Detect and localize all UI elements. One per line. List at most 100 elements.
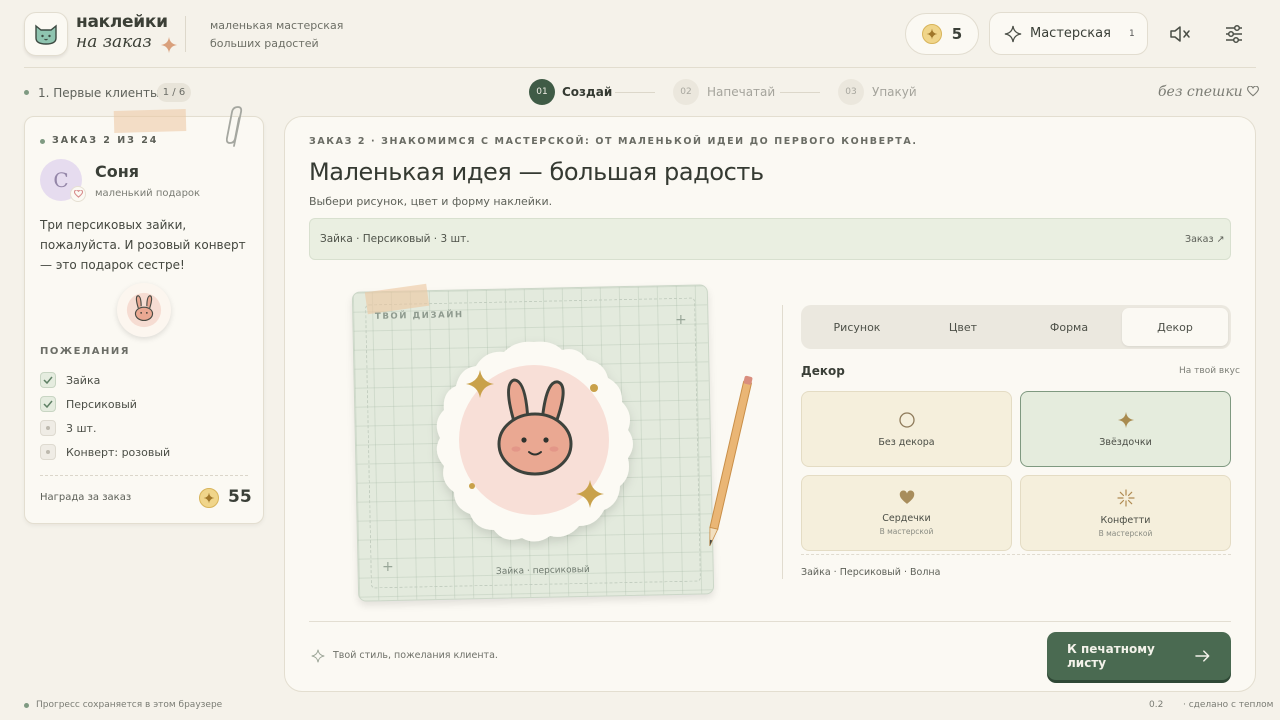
made-with-label: · сделано с теплом bbox=[1183, 700, 1274, 710]
level-label: 1. Первые клиенты bbox=[38, 86, 160, 100]
checkbox-checked bbox=[40, 372, 56, 388]
tab-drawing[interactable]: Рисунок bbox=[804, 308, 910, 346]
client-name: Соня bbox=[95, 162, 140, 181]
decor-option-label: Без декора bbox=[878, 436, 935, 448]
circle-outline-icon bbox=[898, 411, 915, 428]
tab-decor[interactable]: Декор bbox=[1122, 308, 1228, 346]
canvas-label: ТВОЙ ДИЗАЙН bbox=[374, 310, 464, 322]
cat-icon bbox=[35, 24, 57, 45]
wish-label: Персиковый bbox=[66, 397, 137, 411]
workshop-label: Мастерская bbox=[1030, 26, 1111, 41]
footer-divider bbox=[309, 621, 1231, 622]
decor-option-label: Конфетти bbox=[1100, 514, 1151, 526]
workshop-badge: 1 bbox=[1128, 28, 1135, 39]
step-3-number[interactable]: 03 bbox=[838, 79, 864, 105]
heart-icon bbox=[70, 186, 86, 202]
wish-label: Конверт: розовый bbox=[66, 445, 171, 459]
workshop-button[interactable]: Мастерская 1 bbox=[989, 12, 1148, 55]
step-connector bbox=[780, 92, 820, 93]
pace-label: без спешки bbox=[1158, 84, 1243, 100]
paperclip-icon bbox=[226, 106, 243, 147]
canvas-caption: Зайка · персиковый bbox=[495, 565, 590, 577]
brand-tagline: маленькая мастерская больших радостей bbox=[210, 19, 344, 50]
sticker-preview[interactable] bbox=[424, 336, 644, 550]
coin-icon bbox=[921, 24, 942, 44]
save-status-text: Прогресс сохраняется в этом браузере bbox=[36, 700, 223, 710]
reward-label: Награда за заказ bbox=[40, 492, 132, 503]
card-divider bbox=[40, 475, 248, 476]
order-summary-text: Зайка · Персиковый · 3 шт. bbox=[320, 233, 470, 245]
checkbox-unchecked bbox=[40, 420, 56, 436]
wish-item: Персиковый bbox=[40, 396, 137, 412]
dot-icon bbox=[46, 426, 50, 430]
sparkle-icon bbox=[1117, 411, 1134, 428]
decor-hint: На твой вкус bbox=[1179, 366, 1240, 376]
sparkle-icon bbox=[311, 649, 325, 663]
order-dot bbox=[40, 139, 45, 144]
tab-color[interactable]: Цвет bbox=[910, 308, 1016, 346]
step-2-label[interactable]: Напечатай bbox=[707, 85, 775, 99]
decor-option-label: Сердечки bbox=[882, 513, 931, 524]
speaker-muted-icon[interactable] bbox=[1168, 24, 1192, 44]
decor-option-stars[interactable]: Звёздочки bbox=[1020, 391, 1231, 467]
editor-tabs: Рисунок Цвет Форма Декор bbox=[801, 305, 1231, 349]
brand-title: наклейки bbox=[76, 12, 168, 32]
step-1-number[interactable]: 01 bbox=[529, 79, 555, 105]
pace-toggle[interactable]: без спешки bbox=[1158, 84, 1260, 100]
decor-section-title: Декор bbox=[801, 364, 845, 378]
wish-item: Зайка bbox=[40, 372, 100, 388]
order-link[interactable]: Заказ ↗ bbox=[1185, 234, 1225, 245]
client-subtitle: маленький подарок bbox=[95, 188, 201, 199]
step-2-number[interactable]: 02 bbox=[673, 79, 699, 105]
decor-option-hearts[interactable]: Сердечки В мастерской bbox=[801, 475, 1012, 551]
step-3-label[interactable]: Упакуй bbox=[872, 85, 917, 99]
decor-option-sub: В мастерской bbox=[879, 527, 934, 536]
footer-hint: Твой стиль, пожелания клиента. bbox=[333, 650, 498, 661]
bunny-icon bbox=[126, 292, 162, 328]
version-label: 0.2 bbox=[1149, 700, 1164, 710]
page-title: Маленькая идея — большая радость bbox=[309, 158, 764, 186]
checkbox-checked bbox=[40, 396, 56, 412]
step-1-label[interactable]: Создай bbox=[562, 85, 612, 99]
wishes-title: ПОЖЕЛАНИЯ bbox=[40, 346, 130, 357]
order-number: ЗАКАЗ 2 ИЗ 24 bbox=[52, 135, 159, 146]
header-divider bbox=[185, 16, 186, 52]
save-status-dot bbox=[24, 703, 29, 708]
decor-option-sub: В мастерской bbox=[1098, 528, 1153, 538]
page-subtitle: Выбери рисунок, цвет и форму наклейки. bbox=[309, 195, 553, 208]
checkbox-unchecked bbox=[40, 444, 56, 460]
tab-shape[interactable]: Форма bbox=[1016, 308, 1122, 346]
check-icon bbox=[43, 376, 53, 384]
app-logo[interactable] bbox=[24, 12, 68, 56]
sparkle-icon bbox=[1004, 25, 1022, 42]
level-counter: 1 / 6 bbox=[157, 83, 191, 102]
design-summary: Зайка · Персиковый · Волна bbox=[801, 567, 941, 578]
primary-button-label: К печатному листу bbox=[1067, 642, 1155, 670]
heart-outline-icon bbox=[1247, 85, 1260, 97]
decor-option-confetti[interactable]: Конфетти В мастерской bbox=[1020, 475, 1231, 551]
reward-value: 55 bbox=[228, 487, 252, 507]
confetti-icon bbox=[1116, 488, 1135, 507]
pencil-icon bbox=[709, 375, 753, 547]
wish-item: Конверт: розовый bbox=[40, 444, 170, 460]
arrow-right-icon bbox=[1195, 650, 1210, 662]
decor-divider bbox=[801, 554, 1231, 555]
coin-balance[interactable]: 5 bbox=[905, 13, 979, 55]
level-dot bbox=[24, 90, 29, 95]
sliders-icon[interactable] bbox=[1224, 23, 1244, 45]
heart-icon bbox=[899, 490, 914, 504]
to-print-sheet-button[interactable]: К печатному листу bbox=[1047, 632, 1231, 680]
decor-option-label: Звёздочки bbox=[1099, 436, 1152, 448]
brand-subtitle: на заказ bbox=[76, 32, 152, 52]
decor-option-none[interactable]: Без декора bbox=[801, 391, 1012, 467]
sparkle-icon bbox=[160, 36, 178, 54]
wish-item: 3 шт. bbox=[40, 420, 96, 436]
step-connector bbox=[615, 92, 655, 93]
coin-icon bbox=[199, 488, 219, 508]
order-kicker: ЗАКАЗ 2 · ЗНАКОМИМСЯ С МАСТЕРСКОЙ: ОТ МА… bbox=[309, 136, 918, 147]
header-divider-line bbox=[24, 67, 1256, 68]
tape-decoration bbox=[113, 109, 187, 133]
coin-count: 5 bbox=[951, 25, 963, 43]
check-icon bbox=[43, 400, 53, 408]
plus-icon: + bbox=[675, 312, 687, 328]
